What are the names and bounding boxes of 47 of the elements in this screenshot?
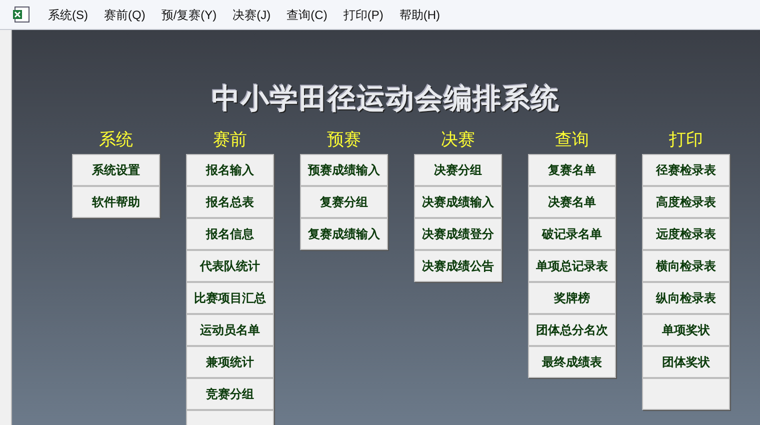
menu-item[interactable]: 系统(S) xyxy=(48,6,88,24)
menu-button[interactable]: 横向检录表 xyxy=(642,250,730,282)
menu-item[interactable]: 决赛(J) xyxy=(232,6,271,24)
app-title: 中小学田径运动会编排系统 xyxy=(212,82,560,116)
partial-button[interactable] xyxy=(642,378,730,410)
menu-button[interactable]: 报名输入 xyxy=(186,154,274,186)
menu-button[interactable]: 代表队统计 xyxy=(186,250,274,282)
menu-button[interactable]: 比赛项目汇总 xyxy=(186,282,274,314)
menu-button[interactable]: 复赛分组 xyxy=(300,186,388,218)
column-heading: 预赛 xyxy=(327,129,361,151)
menu-button[interactable]: 纵向检录表 xyxy=(642,282,730,314)
menu-button[interactable]: 决赛成绩公告 xyxy=(414,250,502,282)
menu-button[interactable]: 复赛名单 xyxy=(528,154,616,186)
menu-button[interactable]: 团体总分名次 xyxy=(528,314,616,346)
menu-item[interactable]: 赛前(Q) xyxy=(104,6,146,24)
menu-button[interactable]: 远度检录表 xyxy=(642,218,730,250)
column-heading: 打印 xyxy=(669,129,703,151)
menu-item[interactable]: 帮助(H) xyxy=(399,6,440,24)
menu-button[interactable]: 破记录名单 xyxy=(528,218,616,250)
menu-button[interactable]: 决赛成绩输入 xyxy=(414,186,502,218)
menu-item[interactable]: 打印(P) xyxy=(343,6,384,24)
menu-button[interactable]: 单项总记录表 xyxy=(528,250,616,282)
spreadsheet-icon[interactable] xyxy=(12,6,32,24)
menu-button[interactable]: 奖牌榜 xyxy=(528,282,616,314)
menu-button[interactable]: 竞赛分组 xyxy=(186,378,274,410)
menu-button[interactable]: 兼项统计 xyxy=(186,346,274,378)
menu-button[interactable]: 复赛成绩输入 xyxy=(300,218,388,250)
menu-button[interactable]: 决赛成绩登分 xyxy=(414,218,502,250)
column-heading: 决赛 xyxy=(441,129,475,151)
menu-button[interactable]: 报名信息 xyxy=(186,218,274,250)
menu-button[interactable]: 决赛名单 xyxy=(528,186,616,218)
menu-button[interactable]: 报名总表 xyxy=(186,186,274,218)
menu-button[interactable]: 决赛分组 xyxy=(414,154,502,186)
column-heading: 赛前 xyxy=(213,129,247,151)
menu-button[interactable]: 团体奖状 xyxy=(642,346,730,378)
column-heading: 系统 xyxy=(99,129,133,151)
menu-button[interactable]: 预赛成绩输入 xyxy=(300,154,388,186)
menu-button[interactable]: 运动员名单 xyxy=(186,314,274,346)
menu-item[interactable]: 预/复赛(Y) xyxy=(161,6,217,24)
menu-button[interactable]: 高度检录表 xyxy=(642,186,730,218)
menu-button[interactable]: 系统设置 xyxy=(72,154,160,186)
menu-button[interactable]: 最终成绩表 xyxy=(528,346,616,378)
column-heading: 查询 xyxy=(555,129,589,151)
menu-button[interactable]: 单项奖状 xyxy=(642,314,730,346)
menu-button[interactable]: 软件帮助 xyxy=(72,186,160,218)
menu-button[interactable]: 径赛检录表 xyxy=(642,154,730,186)
menu-item[interactable]: 查询(C) xyxy=(286,6,328,24)
